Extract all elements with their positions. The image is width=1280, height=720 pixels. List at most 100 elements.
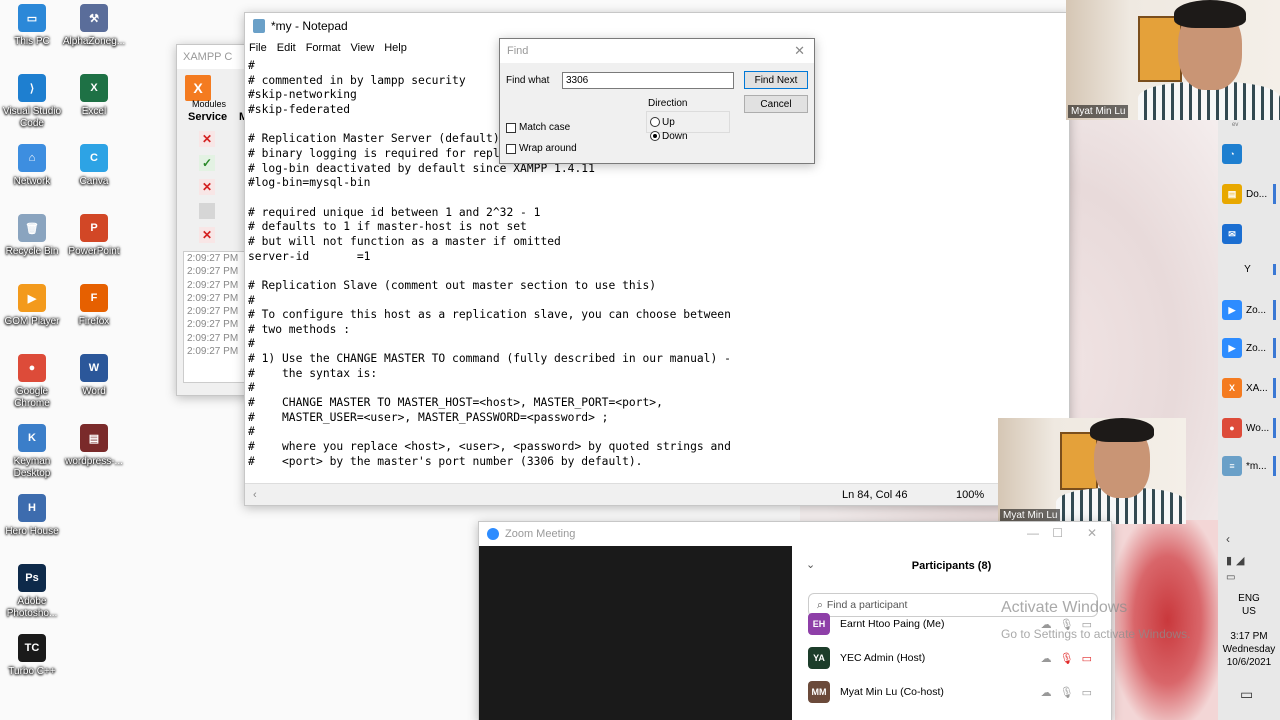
app-icon: ⚒: [80, 4, 108, 32]
language-indicator[interactable]: ENG US: [1218, 592, 1280, 618]
desktop-icon-label: Keyman Desktop: [13, 456, 51, 479]
desktop-icon[interactable]: K Keyman Desktop: [0, 424, 64, 480]
find-dialog-title[interactable]: Find ✕: [500, 39, 814, 63]
taskbar-item[interactable]: ● Wo...: [1222, 418, 1276, 438]
desktop-icon[interactable]: ● Google Chrome: [0, 354, 64, 410]
menu-help[interactable]: Help: [384, 42, 407, 54]
desktop-icon[interactable]: ⟩ Visual Studio Code: [0, 74, 64, 130]
notepad-titlebar[interactable]: *my - Notepad: [245, 13, 1069, 39]
find-direction-up-label: Up: [662, 116, 675, 128]
checkbox-icon: [506, 143, 516, 154]
app-icon: ⟩: [18, 74, 46, 102]
notification-icon[interactable]: ▭: [1240, 686, 1253, 703]
desktop-icon[interactable]: Ps Adobe Photosho...: [0, 564, 64, 620]
find-close-icon[interactable]: ✕: [794, 43, 805, 59]
notepad-status-bar: ‹ Ln 84, Col 46 100%: [245, 483, 1069, 505]
log-timestamp: 2:09:27 PM: [187, 319, 239, 331]
service-stopped-icon[interactable]: ✕: [199, 179, 215, 195]
find-dialog[interactable]: Find ✕ Find what Find Next Cancel Direct…: [499, 38, 815, 164]
microphone-icon[interactable]: 🎙: [1060, 686, 1074, 699]
desktop-icon[interactable]: H Hero House: [0, 494, 64, 538]
desktop-icon[interactable]: W Word: [62, 354, 126, 398]
taskbar-item[interactable]: Y: [1222, 264, 1276, 275]
xampp-service-header: Service: [188, 111, 228, 123]
xampp-log-panel[interactable]: 2:09:27 PM 2:09:27 PM 2:09:27 PM 2:09:27 PM…: [183, 251, 253, 383]
find-wrap-around-checkbox[interactable]: Wrap around: [506, 143, 577, 154]
find-next-button[interactable]: Find Next: [744, 71, 808, 89]
xampp-service-list: ✕ ✓ ✕ ✕: [177, 123, 215, 243]
taskbar-item[interactable]: ✉: [1222, 224, 1276, 244]
notepad-title: *my - Notepad: [271, 19, 348, 33]
tray-icons[interactable]: ▮◢: [1226, 554, 1249, 567]
desktop-icon-label: Recycle Bin: [5, 246, 59, 257]
taskbar-item[interactable]: ◔: [1222, 144, 1276, 164]
taskbar-app-icon: X: [1222, 378, 1242, 398]
notepad-scroll-indicator: ‹: [253, 489, 257, 501]
taskbar: ᵉᵛ ◔ ▤ Do... ✉ Y ▶ Zo... ▶ Zo... X XA... ● Wo... ≡ *m.…: [1218, 120, 1280, 720]
app-icon: K: [18, 424, 46, 452]
service-stopped-icon[interactable]: ✕: [199, 227, 215, 243]
desktop-icon[interactable]: TC Turbo C++: [0, 634, 64, 678]
desktop-icon[interactable]: ⌂ Network: [0, 144, 64, 188]
radio-unchecked-icon: [650, 117, 660, 127]
zoom-video-area[interactable]: [479, 546, 792, 720]
log-timestamp: 2:09:27 PM: [187, 292, 239, 304]
clock-date: 10/6/2021: [1226, 657, 1272, 668]
desktop-icon[interactable]: ▶ GOM Player: [0, 284, 64, 328]
taskbar-item-label: Zo...: [1246, 304, 1267, 316]
desktop-icon[interactable]: P PowerPoint: [62, 214, 126, 258]
maximize-icon[interactable]: ☐: [1052, 526, 1063, 540]
find-direction-down[interactable]: Down: [650, 131, 688, 142]
xampp-logo-icon: X: [185, 75, 211, 101]
participant-row[interactable]: YA YEC Admin (Host) ☁ 🎙 ▭: [808, 647, 1098, 669]
battery-icon[interactable]: ▭: [1226, 572, 1235, 583]
app-icon: ▤: [80, 424, 108, 452]
service-stopped-icon[interactable]: [199, 203, 215, 219]
menu-view[interactable]: View: [351, 42, 375, 54]
taskbar-item-label: *m...: [1246, 460, 1267, 472]
microphone-icon[interactable]: 🎙: [1060, 652, 1074, 665]
taskbar-item[interactable]: ≡ *m...: [1222, 456, 1276, 476]
desktop-icon[interactable]: ▭ This PC: [0, 4, 64, 48]
app-icon: H: [18, 494, 46, 522]
find-match-case-checkbox[interactable]: Match case: [506, 122, 570, 133]
menu-file[interactable]: File: [249, 42, 267, 54]
find-direction-up[interactable]: Up: [650, 117, 675, 128]
find-cancel-button[interactable]: Cancel: [744, 95, 808, 113]
find-what-input[interactable]: [562, 72, 734, 89]
taskbar-app-icon: ▤: [1222, 184, 1242, 204]
xampp-modules-label: Modules: [192, 99, 227, 109]
desktop-icon-label: Excel: [81, 106, 107, 117]
zoom-titlebar[interactable]: Zoom Meeting — ☐ ✕: [479, 522, 1111, 546]
camera-icon[interactable]: ▭: [1082, 686, 1092, 699]
service-stopped-icon[interactable]: ✕: [199, 131, 215, 147]
chevron-left-icon[interactable]: ‹: [1226, 532, 1230, 546]
minimize-icon[interactable]: —: [1027, 526, 1039, 540]
desktop-icon[interactable]: ⚒ AlphaZoneg...: [62, 4, 126, 48]
desktop-icon[interactable]: F Firefox: [62, 284, 126, 328]
notepad-zoom-level: 100%: [956, 489, 985, 501]
desktop-icon[interactable]: C Canva: [62, 144, 126, 188]
camera-icon[interactable]: ▭: [1082, 652, 1092, 665]
taskbar-item-label: Do...: [1246, 188, 1268, 200]
participant-row[interactable]: MM Myat Min Lu (Co-host) ☁ 🎙 ▭: [808, 681, 1098, 703]
taskbar-app-icon: ▶: [1222, 338, 1242, 358]
find-direction-down-label: Down: [662, 130, 688, 142]
taskbar-item[interactable]: ▶ Zo...: [1222, 338, 1276, 358]
desktop-icon[interactable]: 🗑 Recycle Bin: [0, 214, 64, 258]
log-timestamp: 2:09:27 PM: [187, 266, 239, 278]
cloud-icon[interactable]: ☁: [1041, 686, 1052, 699]
taskbar-item[interactable]: ▶ Zo...: [1222, 300, 1276, 320]
close-icon[interactable]: ✕: [1087, 526, 1097, 540]
desktop-icon[interactable]: X Excel: [62, 74, 126, 118]
desktop-icon[interactable]: ▤ wordpress-...: [62, 424, 126, 468]
menu-format[interactable]: Format: [306, 42, 341, 54]
clock[interactable]: 3:17 PM Wednesday 10/6/2021: [1218, 630, 1280, 669]
menu-edit[interactable]: Edit: [277, 42, 296, 54]
taskbar-item[interactable]: X XA...: [1222, 378, 1276, 398]
find-what-label: Find what: [506, 75, 550, 86]
taskbar-item[interactable]: ▤ Do...: [1222, 184, 1276, 204]
service-running-icon[interactable]: ✓: [199, 155, 215, 171]
cloud-icon[interactable]: ☁: [1041, 652, 1052, 665]
desktop-icon-label: wordpress-...: [65, 456, 123, 467]
